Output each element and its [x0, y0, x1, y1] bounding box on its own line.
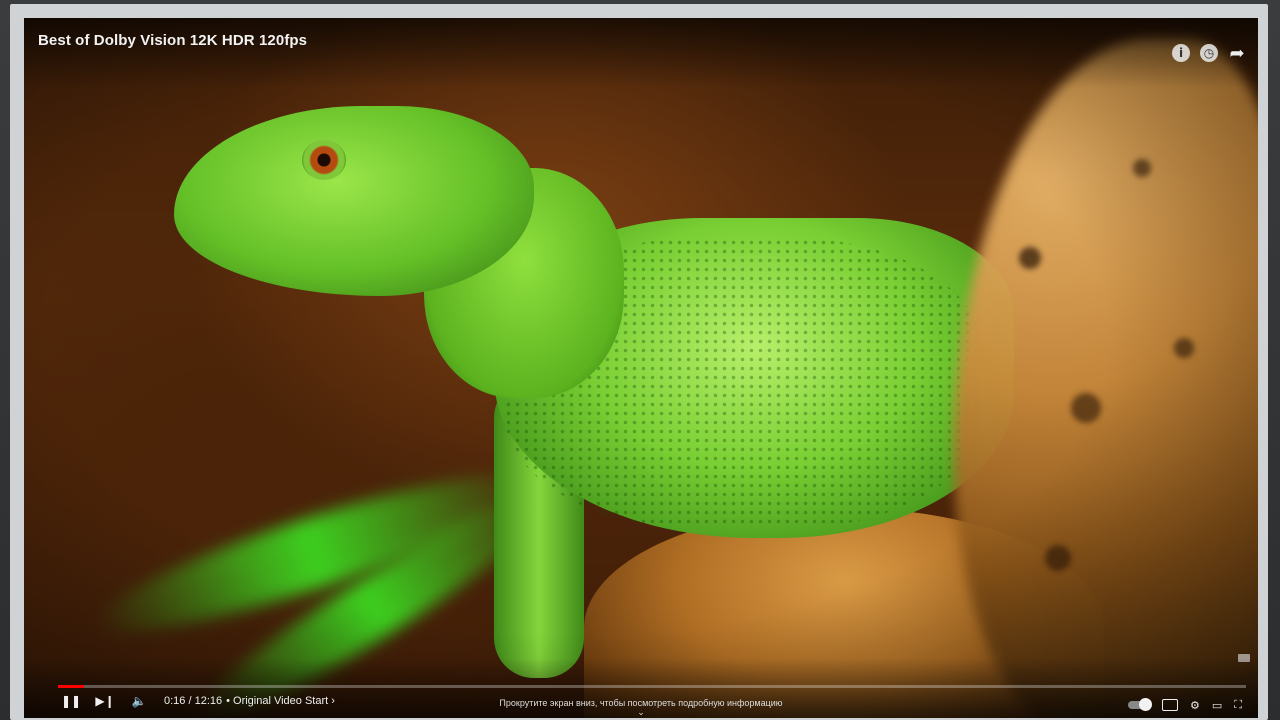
volume-icon[interactable]: 🔈: [128, 691, 150, 711]
video-player[interactable]: Best of Dolby Vision 12K HDR 120fps i ◷ …: [24, 18, 1258, 718]
right-controls: ⚙ ▭ ⛶: [1128, 698, 1242, 712]
vignette: [24, 18, 1258, 718]
top-actions: i ◷ ➦: [1172, 43, 1246, 64]
progress-bar[interactable]: [58, 685, 1246, 688]
chevron-down-icon[interactable]: ⌄: [637, 708, 645, 718]
fullscreen-icon[interactable]: ⛶: [1234, 698, 1242, 712]
settings-icon[interactable]: ⚙: [1190, 699, 1200, 712]
progress-fill: [58, 685, 85, 688]
chapter-title[interactable]: • Original Video Start ›: [226, 695, 335, 707]
top-overlay: [24, 18, 1258, 88]
time-display: 0:16 / 12:16: [164, 695, 223, 707]
share-icon[interactable]: ➦: [1228, 43, 1246, 64]
video-title[interactable]: Best of Dolby Vision 12K HDR 120fps: [38, 32, 307, 49]
video-frame: [24, 18, 1258, 718]
cast-icon[interactable]: ▭: [1212, 699, 1222, 712]
next-icon[interactable]: ▶❙: [94, 691, 116, 711]
autoplay-toggle[interactable]: [1128, 698, 1153, 711]
clock-icon[interactable]: ◷: [1200, 44, 1218, 62]
scroll-hint: Прокрутите экран вниз, чтобы посмотреть …: [499, 698, 783, 708]
info-icon[interactable]: i: [1172, 44, 1190, 62]
pause-icon[interactable]: ❚❚: [60, 691, 82, 711]
subtitles-icon[interactable]: [1162, 699, 1179, 711]
